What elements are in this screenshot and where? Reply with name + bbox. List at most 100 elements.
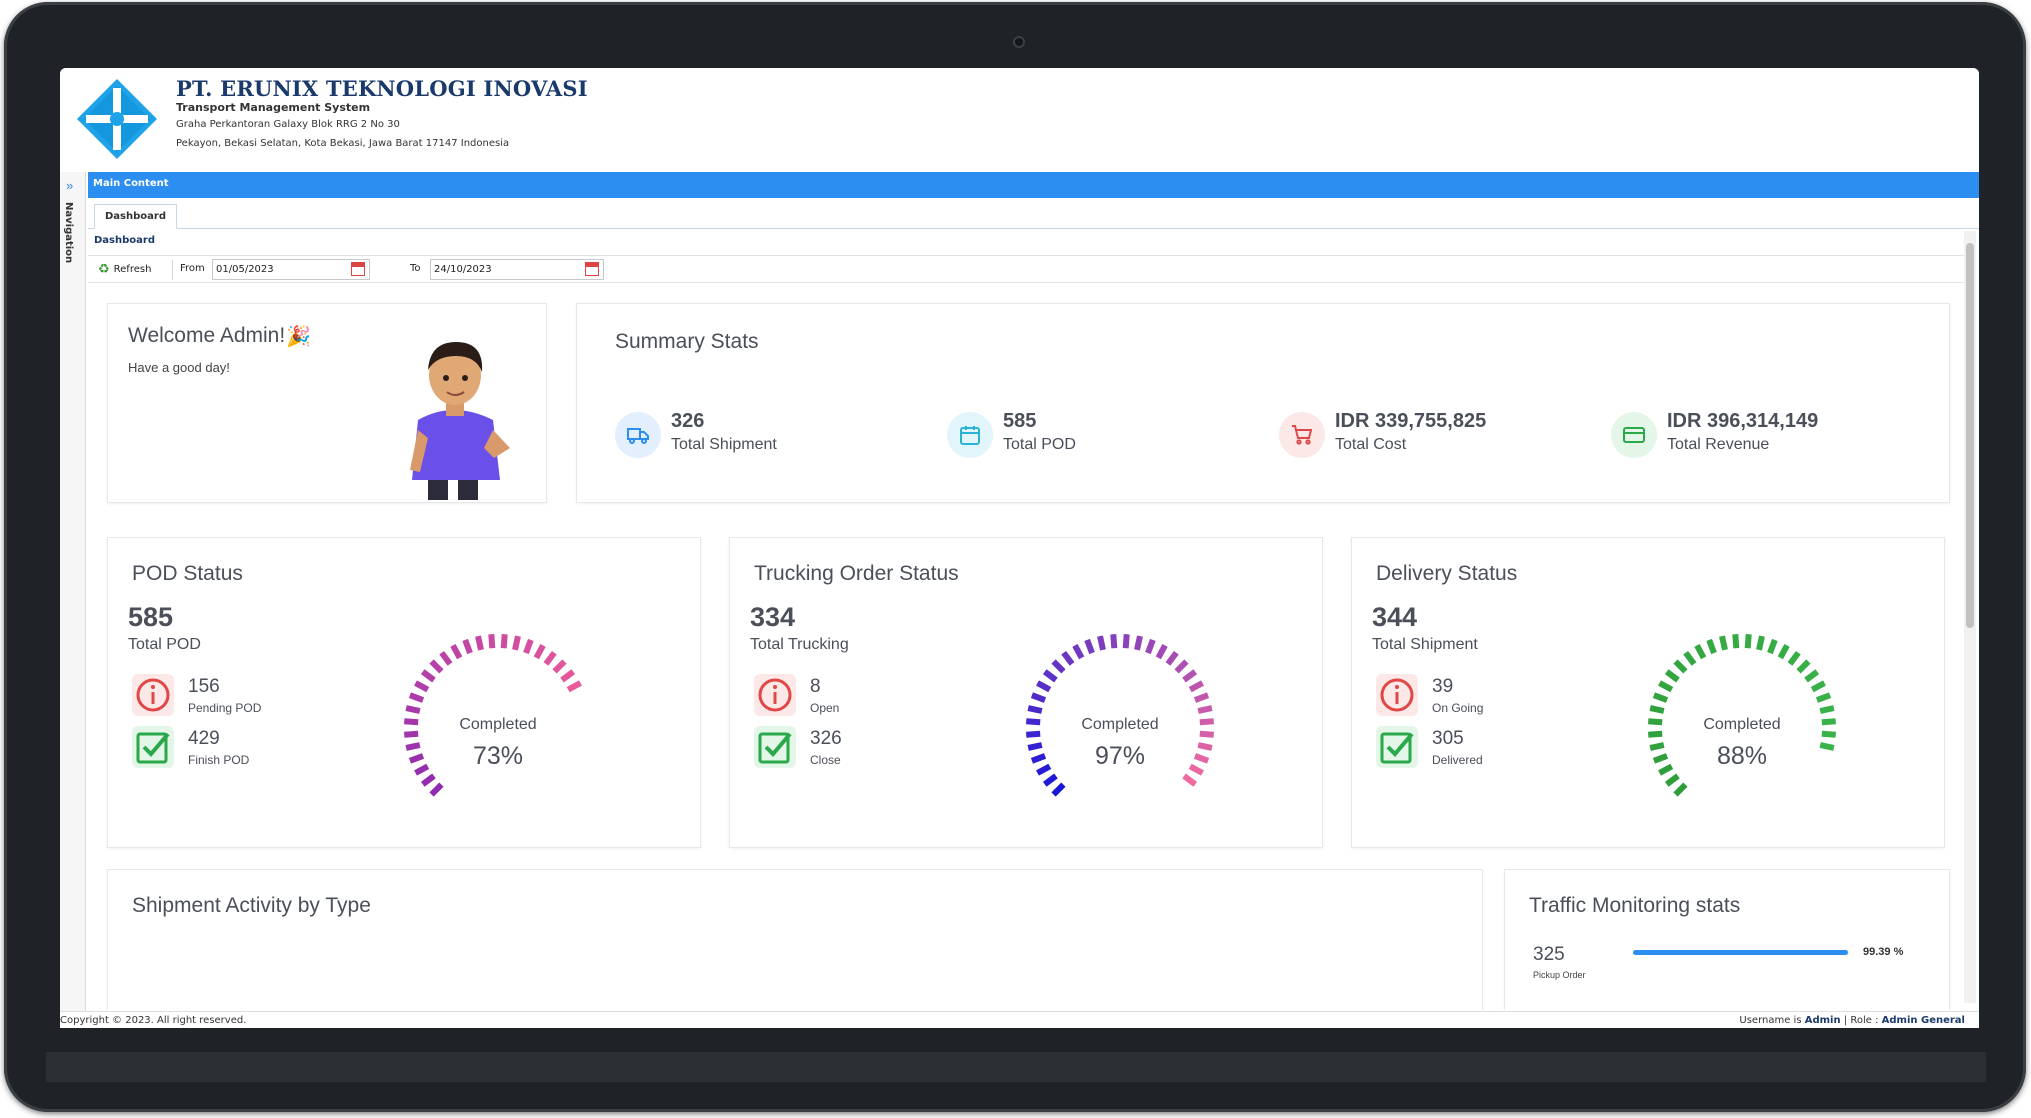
delivery-total-value: 344 xyxy=(1372,602,1418,632)
gauge-tick xyxy=(1744,634,1752,649)
finish-pod-value: 429 xyxy=(188,728,220,749)
pod-status-card: POD Status 585 Total POD 156 Pending POD… xyxy=(107,537,701,848)
trucking-close-row: 326 Close xyxy=(754,726,954,770)
address-line-1: Graha Perkantoran Galaxy Blok RRG 2 No 3… xyxy=(176,119,400,130)
gauge-tick xyxy=(1030,692,1047,703)
gauge-tick xyxy=(1719,635,1728,651)
check-square-icon xyxy=(132,726,174,768)
gauge-tick xyxy=(1756,635,1765,651)
summary-title: Summary Stats xyxy=(615,330,759,353)
trucking-status-title: Trucking Order Status xyxy=(754,562,959,585)
navigation-label: Navigation xyxy=(63,202,74,264)
gauge-tick xyxy=(1658,680,1674,693)
app-subtitle: Transport Management System xyxy=(176,101,371,114)
stat-total-revenue: IDR 396,314,149 Total Revenue xyxy=(1611,408,1911,462)
truck-icon xyxy=(615,412,661,458)
calendar-icon[interactable] xyxy=(351,262,365,276)
gauge-tick xyxy=(439,650,453,666)
gauge-tick xyxy=(1664,773,1680,787)
traffic-title: Traffic Monitoring stats xyxy=(1529,894,1741,917)
gauge-tick xyxy=(1027,705,1043,714)
gauge-tick xyxy=(1165,650,1179,666)
gauge-value: 97% xyxy=(1094,742,1146,770)
gauge-tick xyxy=(1767,638,1778,655)
from-date-field[interactable]: 01/05/2023 xyxy=(212,259,370,280)
gauge-tick xyxy=(1097,635,1106,651)
gauge-tick xyxy=(1664,669,1680,683)
activity-title: Shipment Activity by Type xyxy=(132,894,371,917)
company-name: PT. ERUNIX TEKNOLOGI INOVASI xyxy=(176,76,588,101)
double-chevron-right-icon[interactable]: » xyxy=(66,178,73,193)
pod-total-label: Total POD xyxy=(128,636,201,653)
trucking-total-value: 334 xyxy=(750,602,796,632)
welcome-title: Welcome Admin! xyxy=(128,324,286,347)
gauge-title: Completed xyxy=(1081,716,1159,733)
gauge-tick xyxy=(1182,773,1198,787)
gauge-tick xyxy=(1188,680,1204,693)
delivery-gauge: Completed 88% xyxy=(1642,628,1842,828)
vertical-scrollbar[interactable] xyxy=(1964,231,1976,1003)
delivery-status-card: Delivery Status 344 Total Shipment 39 On… xyxy=(1351,537,1945,848)
ongoing-value: 39 xyxy=(1432,676,1454,697)
from-label: From xyxy=(180,263,205,274)
gauge-tick xyxy=(420,773,436,787)
user-info: Username is Admin | Role : Admin General xyxy=(1739,1015,1965,1026)
to-date-field[interactable]: 24/10/2023 xyxy=(430,259,604,280)
dashboard-area: Welcome Admin! 🎉 Have a good day! Summar… xyxy=(90,286,1962,1010)
alert-circle-icon xyxy=(132,674,174,716)
gauge-value: 73% xyxy=(472,742,524,770)
gauge-tick xyxy=(1051,659,1066,674)
company-logo xyxy=(77,79,157,159)
gauge-tick xyxy=(1182,669,1198,683)
gauge-tick xyxy=(543,650,557,666)
finish-pod-label: Finish POD xyxy=(188,753,250,767)
pod-total-value: 585 xyxy=(128,602,174,632)
stat-label: Total Shipment xyxy=(671,436,777,453)
refresh-icon: ♻ xyxy=(98,262,110,277)
gauge-tick xyxy=(1155,644,1168,660)
progress-fill xyxy=(1633,950,1848,955)
filter-toolbar: ♻ Refresh From 01/05/2023 To 24/10/2023 xyxy=(88,255,1968,283)
page-title: Dashboard xyxy=(94,235,155,246)
gauge-tick xyxy=(1145,638,1156,655)
gauge-tick xyxy=(560,669,576,683)
gauge-tick xyxy=(1051,782,1066,797)
to-label: To xyxy=(410,263,421,274)
welcome-greeting: Have a good day! xyxy=(128,360,230,375)
pickup-order-progress xyxy=(1633,950,1849,955)
open-value: 8 xyxy=(810,676,821,697)
gauge-tick xyxy=(450,644,463,660)
gauge-tick xyxy=(1787,650,1801,666)
gauge-tick xyxy=(523,638,534,655)
stat-value: IDR 396,314,149 xyxy=(1667,410,1819,432)
main-content-bar: Main Content xyxy=(88,172,1979,198)
gauge-tick xyxy=(462,638,473,655)
gauge-tick xyxy=(1815,692,1832,703)
toolbar-divider xyxy=(172,260,173,280)
traffic-monitoring-card: Traffic Monitoring stats 325 Pickup Orde… xyxy=(1504,869,1950,1010)
gauge-tick xyxy=(1084,638,1095,655)
navigation-panel-collapsed[interactable]: » Navigation xyxy=(60,172,86,1012)
gauge-tick xyxy=(429,782,444,797)
scrollbar-thumb[interactable] xyxy=(1966,243,1974,628)
stat-value: 326 xyxy=(671,410,705,432)
calendar-icon[interactable] xyxy=(585,262,599,276)
gauge-value: 88% xyxy=(1716,742,1768,770)
role-value: Admin General xyxy=(1881,1015,1965,1026)
check-square-icon xyxy=(1376,726,1418,768)
gauge-tick xyxy=(512,635,521,651)
pickup-order-label: Pickup Order xyxy=(1533,970,1586,980)
gauge-tick xyxy=(1694,644,1707,660)
tab-dashboard[interactable]: Dashboard xyxy=(94,204,177,229)
gauge-title: Completed xyxy=(1703,716,1781,733)
tab-strip: Dashboard xyxy=(88,198,1979,229)
pod-pending-row: 156 Pending POD xyxy=(132,674,332,718)
pod-finish-row: 429 Finish POD xyxy=(132,726,332,770)
refresh-button[interactable]: ♻ Refresh xyxy=(98,262,151,277)
calendar-icon xyxy=(947,412,993,458)
gauge-tick xyxy=(1649,705,1665,714)
ongoing-label: On Going xyxy=(1432,701,1484,715)
gauge-tick xyxy=(475,635,484,651)
stat-total-cost: IDR 339,755,825 Total Cost xyxy=(1279,408,1579,462)
pickup-order-value: 325 xyxy=(1533,944,1565,965)
